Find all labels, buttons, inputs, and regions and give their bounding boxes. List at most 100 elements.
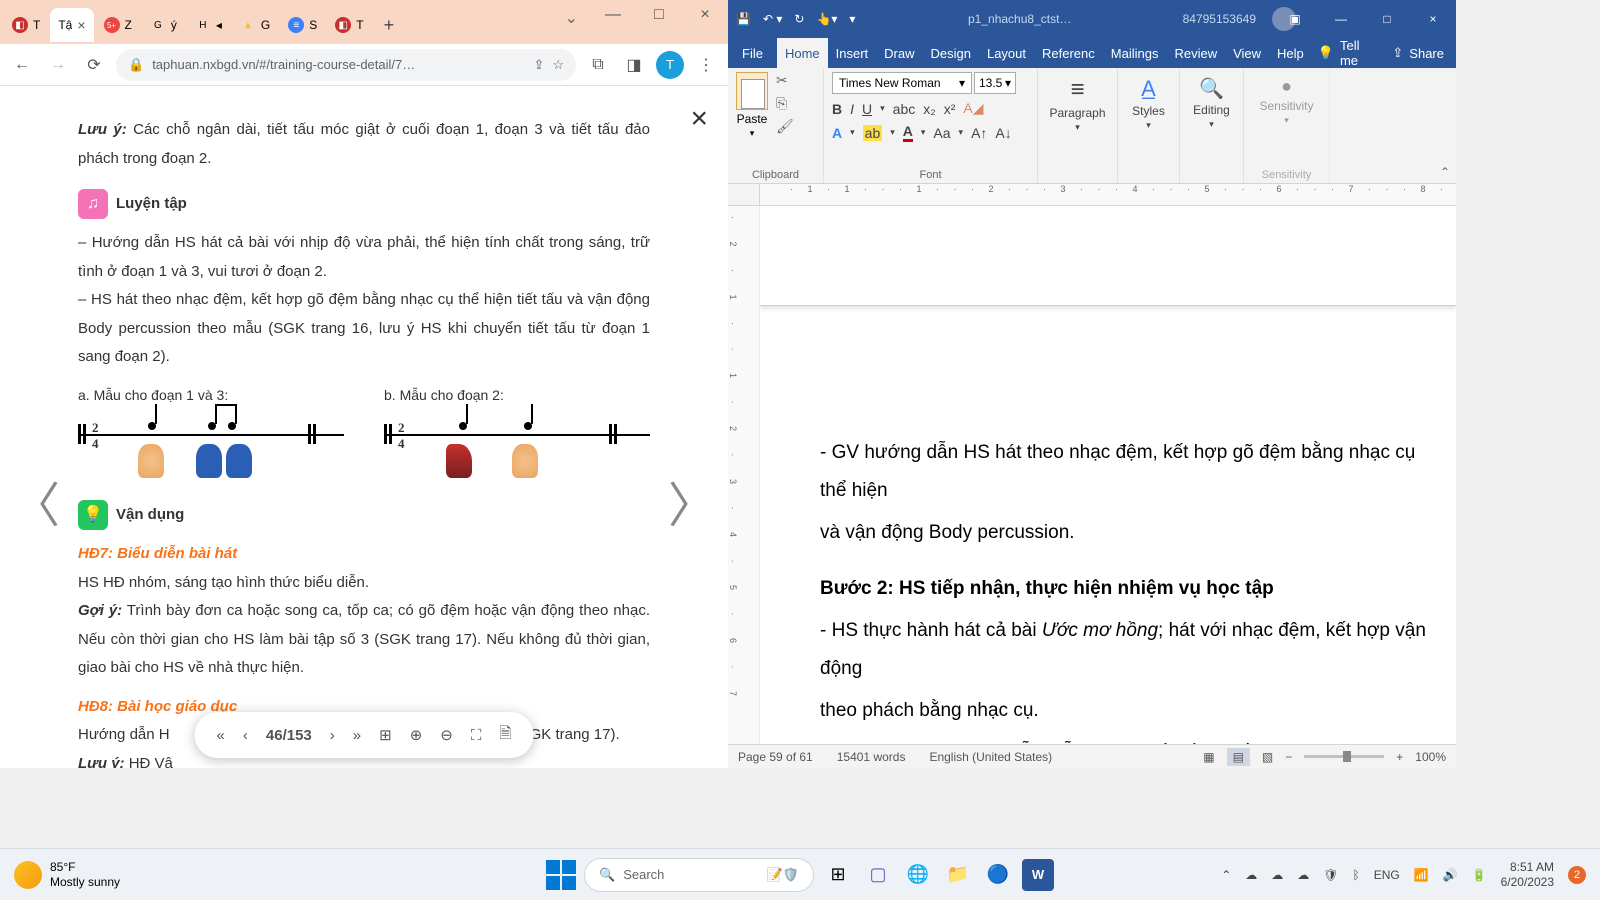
wifi-icon[interactable]: 📶 xyxy=(1414,868,1429,882)
edge-icon[interactable]: 🌐 xyxy=(902,859,934,891)
zoom-out-icon[interactable]: ⊖ xyxy=(440,726,453,744)
window-maximize-button[interactable]: □ xyxy=(636,0,682,30)
grow-font-button[interactable]: A↑ xyxy=(971,125,987,141)
web-layout-icon[interactable]: ▧ xyxy=(1262,750,1273,764)
chat-icon[interactable]: ▢ xyxy=(862,859,894,891)
window-minimize-button[interactable]: — xyxy=(590,0,636,30)
font-color-button[interactable]: A xyxy=(903,123,913,142)
back-button[interactable]: ← xyxy=(8,51,36,79)
close-icon[interactable]: × xyxy=(77,17,85,33)
bookmark-icon[interactable]: ☆ xyxy=(552,57,564,73)
font-size-selector[interactable]: 13.5▾ xyxy=(974,72,1016,94)
window-close-button[interactable]: × xyxy=(1410,0,1456,38)
styles-button[interactable]: A̲Styles▾ xyxy=(1126,72,1171,135)
document-icon[interactable]: 🗎 xyxy=(499,723,511,748)
prev-slide-button[interactable]: 〈 xyxy=(12,466,60,536)
tab-file[interactable]: File xyxy=(728,38,777,68)
paste-button[interactable]: Paste▾ xyxy=(736,72,768,139)
italic-button[interactable]: I xyxy=(850,101,854,117)
window-minimize-button[interactable]: — xyxy=(1318,0,1364,38)
horizontal-ruler[interactable]: · 1 · 1 · · · 1 · · · 2 · · · 3 · · · 4 … xyxy=(728,184,1456,206)
text-effects-button[interactable]: A xyxy=(832,125,842,141)
superscript-button[interactable]: x² xyxy=(944,101,956,117)
redo-icon[interactable]: ↻ xyxy=(794,12,804,26)
language-indicator[interactable]: English (United States) xyxy=(929,750,1052,764)
volume-icon[interactable]: 🔊 xyxy=(1443,868,1458,882)
browser-tab[interactable]: ▲G xyxy=(232,8,278,42)
task-view-icon[interactable]: ⊞ xyxy=(822,859,854,891)
address-bar[interactable]: 🔒 taphuan.nxbgd.vn/#/training-course-det… xyxy=(116,49,576,81)
tab-draw[interactable]: Draw xyxy=(876,38,922,68)
format-painter-icon[interactable]: 🖌 xyxy=(776,118,794,135)
bold-button[interactable]: B xyxy=(832,101,842,117)
reading-list-icon[interactable]: ⧉ xyxy=(584,51,612,79)
tab-home[interactable]: Home xyxy=(777,38,828,68)
zoom-in-icon[interactable]: ⊕ xyxy=(410,726,423,744)
tab-review[interactable]: Review xyxy=(1166,38,1225,68)
save-icon[interactable]: 💾 xyxy=(736,12,751,26)
fullscreen-icon[interactable]: ⛶ xyxy=(471,727,482,744)
clock[interactable]: 8:51 AM6/20/2023 xyxy=(1501,860,1554,889)
security-icon[interactable]: 🛡 xyxy=(1323,868,1338,882)
qat-customize-icon[interactable]: ▾ xyxy=(849,12,855,26)
zoom-out-button[interactable]: − xyxy=(1285,750,1292,764)
copy-icon[interactable]: ⎘ xyxy=(776,95,794,112)
menu-icon[interactable]: ⋮ xyxy=(692,51,720,79)
start-button[interactable] xyxy=(546,860,576,890)
shrink-font-button[interactable]: A↓ xyxy=(995,125,1011,141)
read-mode-icon[interactable]: ▦ xyxy=(1203,750,1214,764)
window-maximize-button[interactable]: □ xyxy=(1364,0,1410,38)
editing-button[interactable]: 🔍Editing▾ xyxy=(1188,72,1235,134)
close-overlay-button[interactable]: × xyxy=(690,102,708,136)
collapse-ribbon-icon[interactable]: ⌃ xyxy=(1440,165,1450,179)
vertical-ruler[interactable]: · 2 · 1 · · 1 · 2 · 3 · 4 · 5 · 6 · 7 xyxy=(728,206,760,744)
tab-design[interactable]: Design xyxy=(923,38,979,68)
cut-icon[interactable]: ✂ xyxy=(776,72,794,89)
tray-overflow-icon[interactable]: ⌃ xyxy=(1221,868,1231,882)
forward-button[interactable]: → xyxy=(44,51,72,79)
battery-icon[interactable]: 🔋 xyxy=(1472,868,1487,882)
share-icon[interactable]: ⇪ xyxy=(533,57,544,73)
reload-button[interactable]: ⟳ xyxy=(80,51,108,79)
file-explorer-icon[interactable]: 📁 xyxy=(942,859,974,891)
browser-tab[interactable]: ◧T xyxy=(4,8,48,42)
strikethrough-button[interactable]: abc xyxy=(893,101,916,117)
window-close-button[interactable]: × xyxy=(682,0,728,30)
weather-widget[interactable]: 85°FMostly sunny xyxy=(14,860,120,889)
tab-overflow-icon[interactable]: ⌄ xyxy=(565,8,578,28)
first-page-button[interactable]: « xyxy=(217,727,225,744)
onedrive-icon[interactable]: ☁ xyxy=(1297,868,1309,882)
new-tab-button[interactable]: + xyxy=(374,15,405,36)
browser-tab[interactable]: ◧T xyxy=(327,8,371,42)
tab-layout[interactable]: Layout xyxy=(979,38,1034,68)
browser-tab[interactable]: ≡S xyxy=(280,8,325,42)
change-case-button[interactable]: Aa xyxy=(933,125,950,141)
word-count[interactable]: 15401 words xyxy=(837,750,906,764)
last-page-button[interactable]: » xyxy=(353,727,361,744)
chrome-app-icon[interactable]: 🔵 xyxy=(982,859,1014,891)
tab-view[interactable]: View xyxy=(1225,38,1269,68)
grid-view-icon[interactable]: ⊞ xyxy=(379,726,392,744)
font-name-selector[interactable]: Times New Roman▾ xyxy=(832,72,972,94)
subscript-button[interactable]: x₂ xyxy=(923,101,935,117)
clear-format-icon[interactable]: A◢ xyxy=(963,100,983,117)
notification-badge[interactable]: 2 xyxy=(1568,866,1586,884)
ribbon-display-button[interactable]: ▣ xyxy=(1272,0,1318,38)
undo-icon[interactable]: ↶ ▾ xyxy=(763,12,782,26)
browser-tab[interactable]: H◂ xyxy=(187,8,230,42)
profile-avatar[interactable]: T xyxy=(656,51,684,79)
bluetooth-icon[interactable]: ᛒ xyxy=(1353,868,1360,882)
browser-tab[interactable]: Gý xyxy=(142,8,185,42)
browser-tab[interactable]: 5+Z xyxy=(96,8,140,42)
prev-page-button[interactable]: ‹ xyxy=(243,727,248,744)
touch-mode-icon[interactable]: 👆▾ xyxy=(816,12,837,26)
tab-insert[interactable]: Insert xyxy=(828,38,877,68)
side-panel-icon[interactable]: ◨ xyxy=(620,51,648,79)
taskbar-search[interactable]: 🔍Search📝🛡️ xyxy=(584,858,814,892)
document-text[interactable]: - GV hướng dẫn HS hát theo nhạc đệm, kết… xyxy=(760,314,1456,744)
tab-references[interactable]: Referenc xyxy=(1034,38,1103,68)
word-app-icon[interactable]: W xyxy=(1022,859,1054,891)
language-indicator[interactable]: ENG xyxy=(1374,868,1400,882)
browser-tab-active[interactable]: Tậ× xyxy=(50,8,93,42)
next-page-button[interactable]: › xyxy=(330,727,335,744)
